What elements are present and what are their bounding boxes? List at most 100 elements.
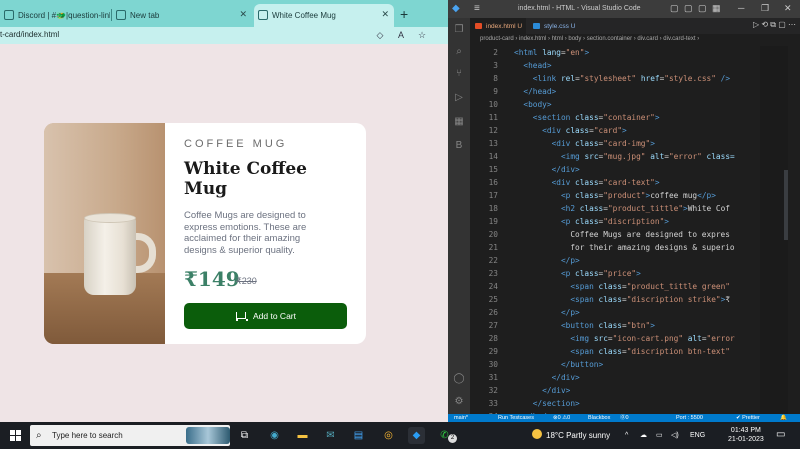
line-content[interactable]: <p class="product">coffee mug</p> [514,189,716,202]
code-line[interactable]: 29 <span class="discription btn-text" [470,345,788,358]
line-content[interactable]: <p class="discription"> [514,215,669,228]
store-icon[interactable]: ▤ [350,427,367,444]
code-line[interactable]: 16 <div class="card-text"> [470,176,788,189]
code-line[interactable]: 17 <p class="product">coffee mug</p> [470,189,788,202]
code-line[interactable]: 27 <button class="btn"> [470,319,788,332]
tab-discord[interactable]: Discord | #🐲|question-links | [0,4,110,27]
bell-icon[interactable]: 🔔 [780,414,787,422]
code-line[interactable]: 8 <link rel="stylesheet" href="style.css… [470,72,788,85]
layout-icon[interactable]: ▢ [670,3,679,14]
line-content[interactable]: </section> [514,397,580,410]
line-content[interactable]: </div> [514,384,570,397]
tab-new-tab[interactable]: New tab ✕ [112,4,252,27]
cloud-icon[interactable]: ☁ [640,422,647,449]
code-line[interactable]: 20 Coffee Mugs are designed to expres [470,228,788,241]
code-line[interactable]: 22 </p> [470,254,788,267]
tab-white-coffee-mug[interactable]: White Coffee Mug ✕ [254,4,394,27]
volume-icon[interactable]: ◁) [671,422,679,449]
line-content[interactable]: <span class="discription strike">₹ [514,293,730,306]
code-line[interactable]: 33 </section> [470,397,788,410]
edge-icon[interactable]: ◉ [266,427,283,444]
extensions-icon[interactable]: ▦ [453,116,465,128]
code-line[interactable]: 23 <p class="price"> [470,267,788,280]
code-line[interactable]: 19 <p class="discription"> [470,215,788,228]
code-line[interactable]: 30 </button> [470,358,788,371]
task-view-icon[interactable]: ⧉ [236,427,253,444]
customize-layout-icon[interactable]: ▦ [712,3,721,14]
chrome-icon[interactable]: ◎ [380,427,397,444]
code-line[interactable]: 3 <head> [470,59,788,72]
line-content[interactable]: <img src="mug.jpg" alt="error" class= [514,150,735,163]
file-explorer-icon[interactable]: ▬ [294,427,311,444]
line-content[interactable]: <head> [514,59,551,72]
line-content[interactable]: <h2 class="product_tittle">White Cof [514,202,730,215]
line-content[interactable]: Coffee Mugs are designed to expres [514,228,730,241]
settings-gear-icon[interactable]: ⚙ [453,396,465,408]
code-line[interactable]: 2 <html lang="en"> [470,46,788,59]
mail-icon[interactable]: ✉ [322,427,339,444]
line-content[interactable]: <span class="discription btn-text" [514,345,730,358]
code-line[interactable]: 13 <div class="card-img"> [470,137,788,150]
line-content[interactable]: <div class="card-text"> [514,176,660,189]
close-tab-icon[interactable]: ✕ [381,9,389,20]
problems-status[interactable]: ⊗0 ⚠0 [553,414,570,422]
search-highlight-image[interactable] [186,427,230,444]
chevron-up-icon[interactable]: ^ [625,422,628,449]
address-bar[interactable]: t-card/index.html ◇ A ☆ [0,27,448,44]
split-icon[interactable]: ▢ [698,3,707,14]
line-content[interactable]: </button> [514,358,603,371]
close-tab-icon[interactable]: ✕ [239,9,247,20]
code-line[interactable]: 15 </div> [470,163,788,176]
minimize-icon[interactable]: ─ [738,3,744,13]
explorer-icon[interactable]: ❐ [453,24,465,36]
network-icon[interactable]: ▭ [656,422,663,449]
windows-start-icon[interactable] [10,430,21,441]
port-status[interactable]: Port : 5500 [676,414,703,422]
tag-icon[interactable]: ◇ [374,29,386,41]
code-line[interactable]: 9 </head> [470,85,788,98]
source-control-icon[interactable]: ⑂ [453,68,465,80]
line-content[interactable]: <p class="price"> [514,267,641,280]
tab-index-html[interactable]: index.html U [470,18,526,34]
code-line[interactable]: 10 <body> [470,98,788,111]
info-status[interactable]: ⓪0 [620,414,629,422]
language-indicator[interactable]: ENG [690,422,705,449]
line-content[interactable]: <img src="icon-cart.png" alt="error [514,332,734,345]
notification-icon[interactable]: ▭ [776,429,785,440]
read-aloud-icon[interactable]: A [395,29,407,41]
branch-status[interactable]: main* [454,414,468,422]
blackbox-status[interactable]: Blackbox [588,414,610,422]
line-content[interactable]: </p> [514,254,580,267]
line-content[interactable]: <button class="btn"> [514,319,655,332]
line-content[interactable]: </div> [514,163,580,176]
line-content[interactable]: <html lang="en"> [514,46,589,59]
scrollbar-thumb[interactable] [784,170,788,240]
line-content[interactable]: </p> [514,306,580,319]
panel-icon[interactable]: ▢ [684,3,693,14]
url-text[interactable]: t-card/index.html [0,30,59,39]
account-icon[interactable]: ◯ [453,373,465,385]
code-line[interactable]: 28 <img src="icon-cart.png" alt="error [470,332,788,345]
clock[interactable]: 01:43 PM 21-01-2023 [728,426,764,444]
new-tab-button[interactable]: + [400,6,408,22]
prettier-status[interactable]: ✔ Prettier [736,414,760,422]
code-line[interactable]: 12 <div class="card"> [470,124,788,137]
line-content[interactable]: <body> [514,98,551,111]
menu-icon[interactable]: ≡ [474,3,480,14]
code-line[interactable]: 26 </p> [470,306,788,319]
line-content[interactable]: <link rel="stylesheet" href="style.css" … [514,72,730,85]
weather-widget[interactable]: 18°C Partly sunny [532,422,610,449]
code-line[interactable]: 24 <span class="product_tittle green" [470,280,788,293]
code-line[interactable]: 18 <h2 class="product_tittle">White Cof [470,202,788,215]
code-line[interactable]: 32 </div> [470,384,788,397]
search-icon[interactable]: ⌕ [453,46,465,58]
restore-icon[interactable]: ❐ [761,3,769,14]
line-content[interactable]: <span class="product_tittle green" [514,280,730,293]
editor-actions[interactable]: ▷ ⟲ ⧉ ▢ ⋯ [753,20,796,30]
run-testcases[interactable]: Run Testcases [498,414,534,422]
code-editor[interactable]: 2 <html lang="en"> 3 <head> 8 <link rel="st… [470,46,788,414]
code-line[interactable]: 11 <section class="container"> [470,111,788,124]
code-line[interactable]: 21 for their amazing designs & superio [470,241,788,254]
favorite-icon[interactable]: ☆ [416,29,428,41]
line-content[interactable]: <div class="card-img"> [514,137,655,150]
